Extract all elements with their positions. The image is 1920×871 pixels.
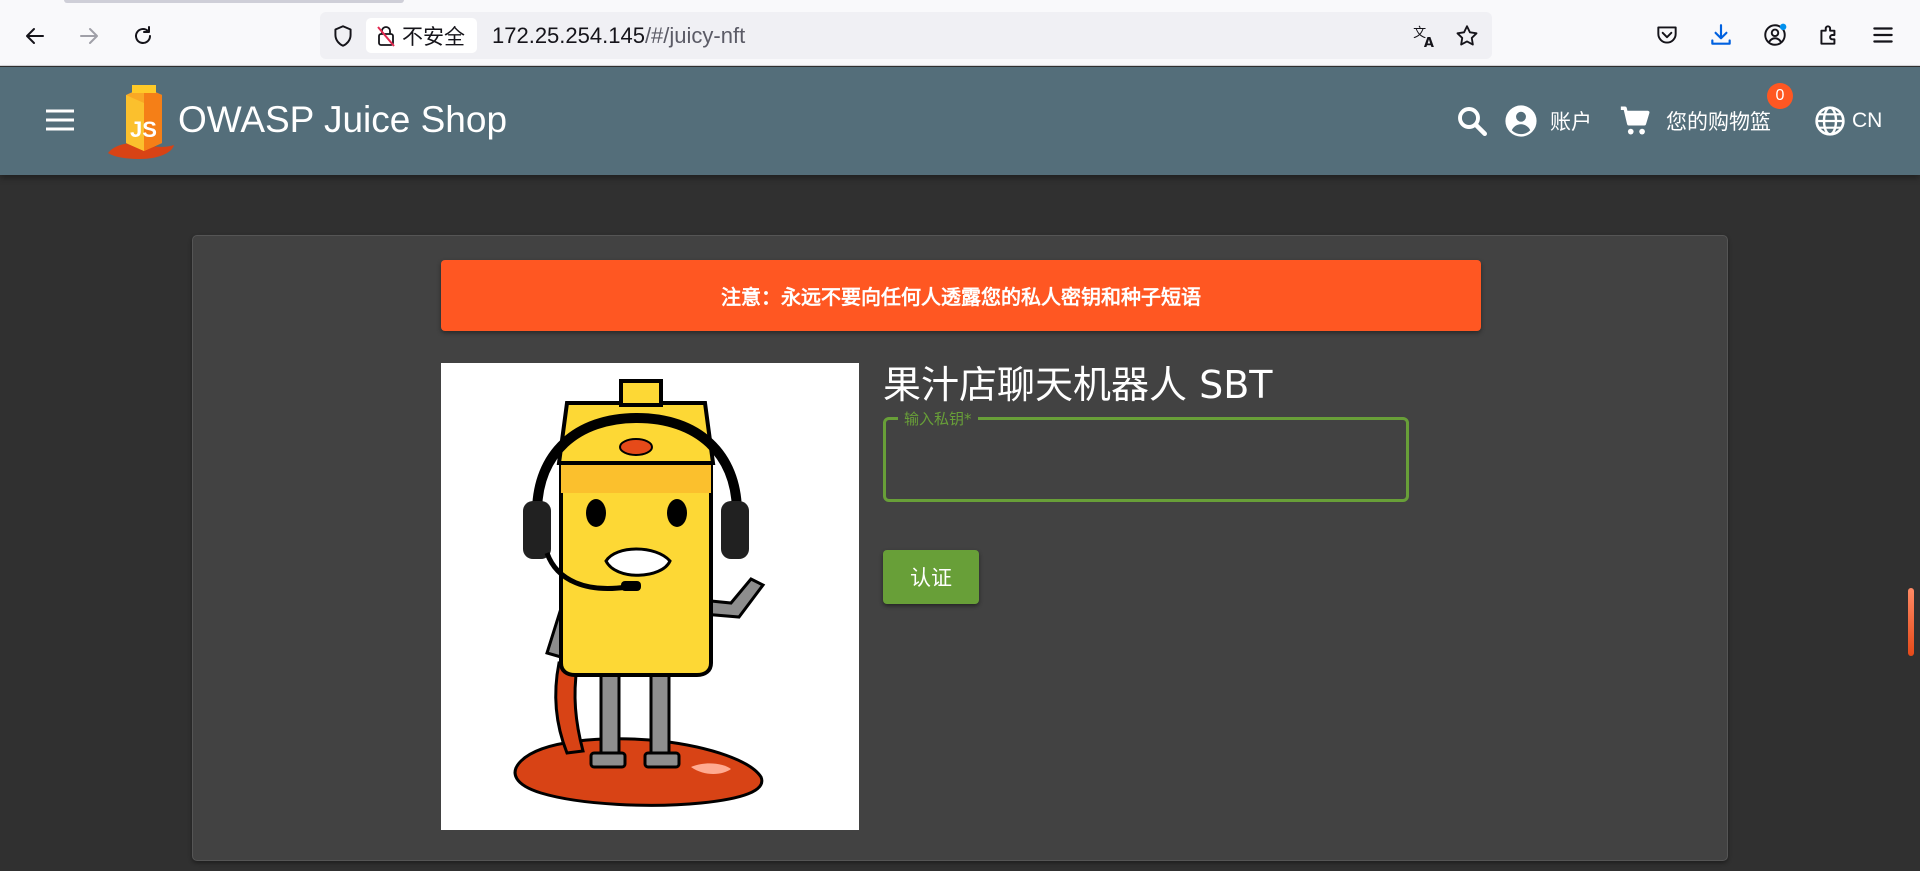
browser-toolbar: 不安全 172.25.254.145/#/juicy-nft 文 A <box>0 0 1920 66</box>
search-icon <box>1458 107 1487 136</box>
active-tab-indicator <box>64 0 404 3</box>
security-indicator[interactable]: 不安全 <box>366 18 477 53</box>
back-button[interactable] <box>16 17 54 55</box>
svg-text:A: A <box>1424 36 1434 49</box>
puzzle-icon <box>1820 25 1836 45</box>
warning-text: 注意：永远不要向任何人透露您的私人密钥和种子短语 <box>721 285 1201 309</box>
pocket-icon <box>1657 26 1677 44</box>
verify-label: 认证 <box>910 566 952 590</box>
app-toolbar: JS OWASP Juice Shop 账户 您的购物篮 0 CN <box>0 67 1920 175</box>
language-label: CN <box>1852 109 1883 132</box>
browser-menu-button[interactable] <box>1868 20 1898 50</box>
forward-button[interactable] <box>70 17 108 55</box>
verify-button[interactable]: 认证 <box>883 550 979 604</box>
nft-image <box>441 363 859 830</box>
language-button[interactable]: CN <box>1814 101 1882 141</box>
chatbot-mascot-image <box>513 379 766 807</box>
basket-label: 您的购物篮 <box>1666 110 1771 134</box>
app-title[interactable]: OWASP Juice Shop <box>178 99 507 141</box>
hamburger-icon <box>1873 27 1893 43</box>
address-bar[interactable]: 不安全 172.25.254.145/#/juicy-nft 文 A <box>320 12 1492 59</box>
arrow-right-icon <box>80 28 98 44</box>
shield-icon[interactable] <box>330 23 356 49</box>
account-label: 账户 <box>1550 110 1592 134</box>
private-key-input[interactable] <box>902 442 1392 478</box>
account-button[interactable]: 账户 <box>1504 101 1592 141</box>
downloads-button[interactable] <box>1706 20 1736 50</box>
scrollbar-thumb[interactable] <box>1908 588 1914 656</box>
bookmark-star-icon[interactable] <box>1454 23 1480 49</box>
url-host: 172.25.254.145 <box>492 23 645 48</box>
translate-icon[interactable]: 文 A <box>1412 23 1438 49</box>
reload-button[interactable] <box>124 17 162 55</box>
arrow-left-icon <box>26 28 44 44</box>
extensions-button[interactable] <box>1814 20 1844 50</box>
basket-count-badge: 0 <box>1767 83 1793 109</box>
profile-icon <box>1764 23 1787 46</box>
shopping-cart-icon <box>1620 106 1650 135</box>
warning-banner: 注意：永远不要向任何人透露您的私人密钥和种子短语 <box>441 260 1481 331</box>
insecure-lock-icon <box>377 25 395 47</box>
security-label: 不安全 <box>402 24 465 49</box>
private-key-label: 输入私钥* <box>898 408 978 429</box>
account-circle-icon <box>1505 105 1537 137</box>
sidenav-menu-button[interactable] <box>40 100 80 140</box>
account-sync-button[interactable] <box>1760 20 1790 50</box>
logo-letters: JS <box>130 117 157 142</box>
pocket-button[interactable] <box>1652 20 1682 50</box>
globe-icon <box>1815 106 1845 136</box>
basket-button[interactable]: 您的购物篮 <box>1618 101 1771 141</box>
search-button[interactable] <box>1454 103 1490 139</box>
reload-icon <box>135 26 151 44</box>
url-text[interactable]: 172.25.254.145/#/juicy-nft <box>492 23 745 49</box>
download-icon <box>1711 24 1731 45</box>
nft-title: 果汁店聊天机器人 SBT <box>883 363 1273 407</box>
private-key-field[interactable]: 输入私钥* <box>883 408 1409 502</box>
url-path: /#/juicy-nft <box>644 23 746 48</box>
menu-icon <box>46 109 74 131</box>
juice-shop-logo[interactable]: JS <box>104 81 176 163</box>
nft-card: 注意：永远不要向任何人透露您的私人密钥和种子短语 果汁店聊天机器人 SBT 输入… <box>192 235 1728 861</box>
